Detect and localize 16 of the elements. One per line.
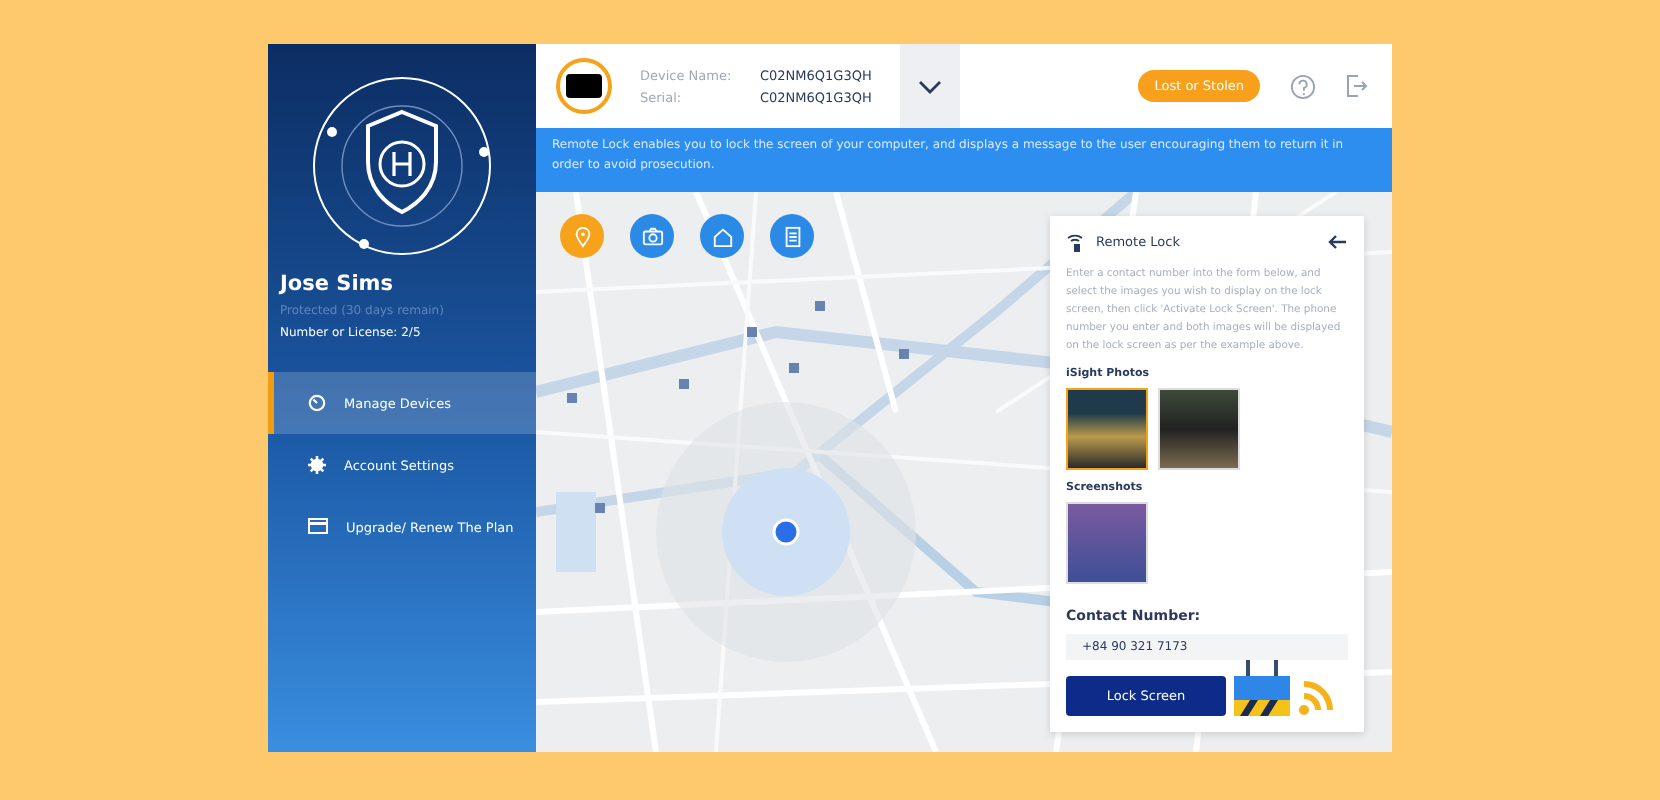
- photo-placeholder[interactable]: [1158, 388, 1240, 470]
- photo-placeholder[interactable]: [1066, 388, 1148, 470]
- help-icon[interactable]: [1290, 73, 1316, 99]
- user-name: Jose Sims: [276, 272, 395, 300]
- logout-icon[interactable]: [1346, 74, 1368, 98]
- card-icon: [308, 518, 328, 536]
- dial-icon: [308, 394, 326, 412]
- chevron-down-icon: [917, 79, 942, 93]
- house-icon: [711, 225, 733, 247]
- screenshot-placeholder[interactable]: [1066, 502, 1148, 584]
- document-icon: [781, 225, 803, 247]
- gear-icon: [308, 456, 326, 474]
- laptop-icon: [566, 74, 602, 98]
- back-arrow-icon[interactable]: [1328, 234, 1348, 250]
- camera-icon: [641, 225, 663, 247]
- location-pin-icon: [571, 225, 593, 247]
